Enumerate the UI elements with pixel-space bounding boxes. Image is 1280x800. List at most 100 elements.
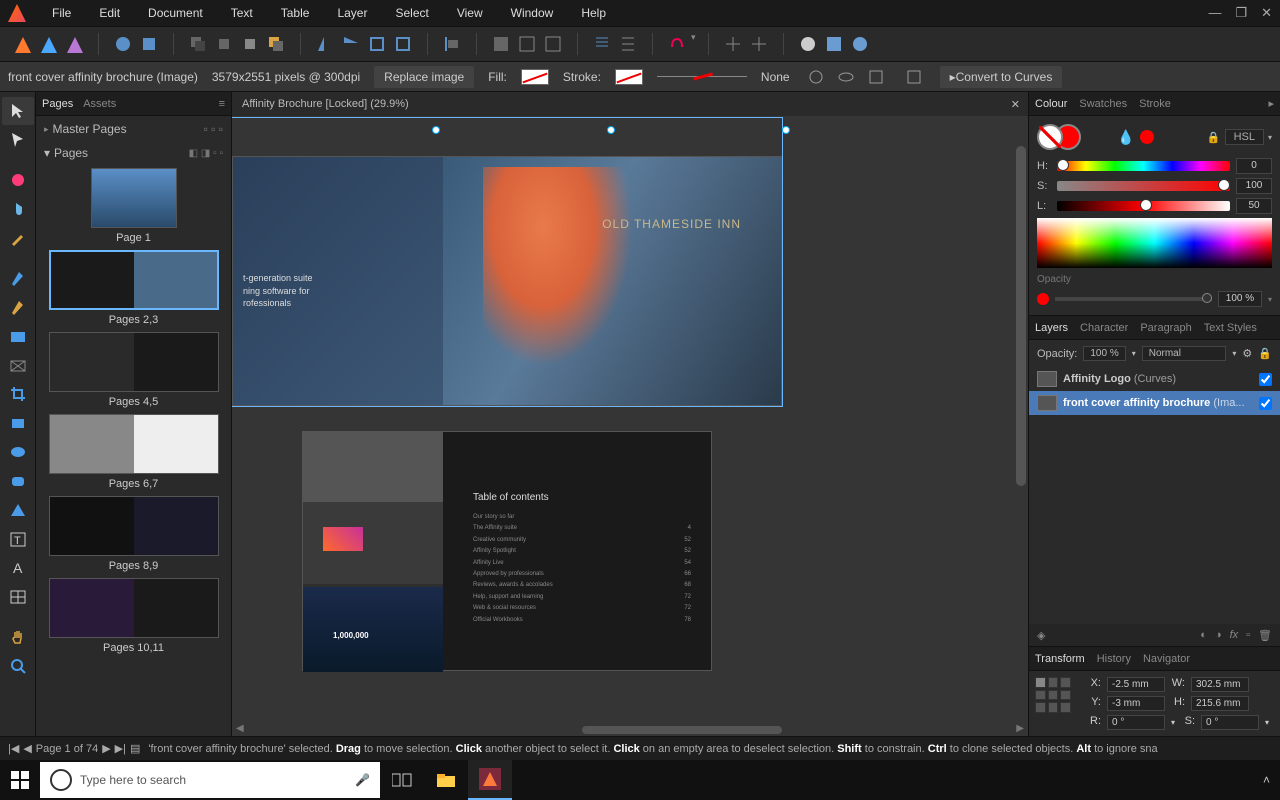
close-button[interactable]: ✕ [1261,5,1272,21]
paragraph-tab[interactable]: Paragraph [1140,322,1191,334]
layer-visible-checkbox[interactable] [1259,373,1272,386]
ellipse-tool[interactable] [2,438,34,466]
minimize-button[interactable]: — [1208,5,1221,21]
preflight-icon[interactable] [111,32,135,56]
text-wrap-icon[interactable] [515,32,539,56]
menu-text[interactable]: Text [217,2,267,24]
adjustment-icon[interactable]: ◑ [1215,629,1222,642]
close-tab-icon[interactable]: ✕ [1011,98,1020,111]
snapping-icon[interactable] [665,32,689,56]
transform-tab[interactable]: Transform [1035,653,1085,665]
menu-select[interactable]: Select [381,2,442,24]
move-tool[interactable] [2,97,34,125]
history-tab[interactable]: History [1097,653,1131,665]
document-tab[interactable]: Affinity Brochure [Locked] (29.9%) ✕ [232,92,1028,116]
artistic-text-tool[interactable]: A [2,554,34,582]
arrange-front-icon[interactable] [264,32,288,56]
replace-image-button[interactable]: Replace image [374,66,474,88]
lit-slider[interactable] [1057,201,1230,211]
page-thumb[interactable]: Pages 2,3 [42,250,225,326]
r-input[interactable] [1107,715,1165,730]
canvas[interactable]: t-generation suitening software forrofes… [232,116,1028,736]
menu-view[interactable]: View [443,2,497,24]
pencil-tool[interactable] [2,293,34,321]
stroke-swatch[interactable] [615,69,643,85]
colour-picker-tool[interactable] [2,224,34,252]
paint-brush-tool[interactable] [2,166,34,194]
menu-edit[interactable]: Edit [85,2,134,24]
hide-selection-icon[interactable] [834,65,858,89]
rotate-cw-icon[interactable] [391,32,415,56]
stroke-tab[interactable]: Stroke [1139,98,1171,110]
arrange-back-icon[interactable] [186,32,210,56]
stroke-preview[interactable] [657,76,747,77]
h-input[interactable] [1191,696,1249,711]
table-tool[interactable] [2,583,34,611]
layer-opacity-input[interactable]: 100 % [1083,346,1125,361]
designer-persona-icon[interactable] [36,32,60,56]
sat-slider[interactable] [1057,181,1230,191]
colour-mode-select[interactable]: HSL [1225,129,1264,145]
baseline-grid-icon[interactable] [489,32,513,56]
colour-spectrum[interactable] [1037,218,1272,268]
lock-icon[interactable]: 🔒 [1207,131,1221,144]
layer-settings-icon[interactable]: ⚙ [1242,347,1252,360]
taskbar-search[interactable]: Type here to search 🎤 [40,762,380,798]
mask-icon[interactable]: ◐ [1200,629,1207,642]
page-thumb[interactable]: Pages 8,9 [42,496,225,572]
colour-panel-menu-icon[interactable]: ▸ [1268,97,1274,110]
eyedropper-icon[interactable]: 💧 [1117,129,1134,146]
vertical-scrollbar[interactable] [1016,146,1026,486]
panel-menu-icon[interactable]: ≡ [219,98,225,110]
rectangle-tool[interactable] [2,409,34,437]
hue-slider[interactable] [1057,161,1230,171]
show-text-flow-icon[interactable] [541,32,565,56]
column-guides-icon[interactable] [590,32,614,56]
flip-horizontal-icon[interactable] [313,32,337,56]
menu-layer[interactable]: Layer [323,2,381,24]
edit-all-layers-icon[interactable] [864,65,888,89]
page-nav[interactable]: |◀◀ Page 1 of 74 ▶▶| ▤ [8,742,140,755]
subtract-icon[interactable] [822,32,846,56]
assets-tab[interactable]: Assets [83,98,116,110]
fx-icon[interactable]: fx [1230,629,1239,642]
stroke-style[interactable]: None [761,70,790,84]
arrange-backward-icon[interactable] [212,32,236,56]
transform-origin-icon[interactable] [902,65,926,89]
maximize-button[interactable]: ❐ [1235,5,1247,21]
s-input[interactable] [1201,715,1259,730]
fill-swatch[interactable] [521,69,549,85]
x-input[interactable] [1107,677,1165,692]
publisher-persona-icon[interactable] [10,32,34,56]
rounded-rect-tool[interactable] [2,467,34,495]
menu-window[interactable]: Window [497,2,568,24]
flip-vertical-icon[interactable] [339,32,363,56]
pages-tab[interactable]: Pages [42,98,73,110]
task-view-icon[interactable] [380,760,424,800]
tray-chevron-icon[interactable]: ˄ [1263,773,1270,787]
page-thumb[interactable]: Pages 6,7 [42,414,225,490]
assets-icon[interactable] [137,32,161,56]
triangle-tool[interactable] [2,496,34,524]
intersect-icon[interactable] [848,32,872,56]
pan-tool[interactable] [2,623,34,651]
anchor-picker[interactable] [1035,677,1071,713]
selection-handles[interactable] [432,126,982,136]
photo-persona-icon[interactable] [62,32,86,56]
arrange-forward-icon[interactable] [238,32,262,56]
layer-lock-icon[interactable]: 🔒 [1258,347,1272,360]
menu-table[interactable]: Table [267,2,324,24]
frame-text-tool[interactable]: T [2,525,34,553]
layer-row[interactable]: Affinity Logo (Curves) [1029,367,1280,391]
align-left-icon[interactable] [440,32,464,56]
file-explorer-icon[interactable] [424,760,468,800]
lock-children-icon[interactable] [804,65,828,89]
layer-visible-checkbox[interactable] [1259,397,1272,410]
fill-tool[interactable] [2,195,34,223]
character-tab[interactable]: Character [1080,322,1128,334]
clip-canvas-icon[interactable] [747,32,771,56]
text-styles-tab[interactable]: Text Styles [1204,322,1257,334]
menu-document[interactable]: Document [134,2,217,24]
crop-tool[interactable] [2,380,34,408]
master-pages-header[interactable]: ▸Master Pages ▫ ▫ ▫ [36,116,231,142]
